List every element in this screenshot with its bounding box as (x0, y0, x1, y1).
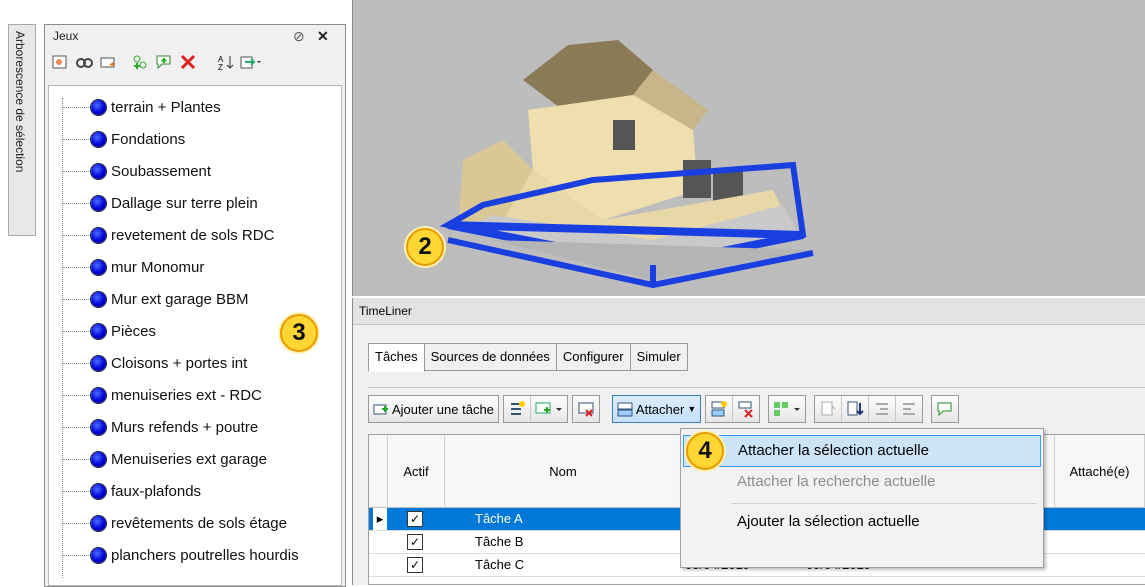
menu-item-add-current-selection[interactable]: Ajouter la sélection actuelle (683, 507, 1041, 537)
column-header-attache[interactable]: Attaché(e) (1055, 435, 1145, 508)
timeliner-title: TimeLiner (353, 298, 1145, 325)
menu-item-attach-current-search[interactable]: Attacher la recherche actuelle (683, 467, 1041, 497)
filter-sort-group (814, 395, 924, 423)
set-icon (91, 515, 106, 531)
callout-4: 4 (686, 432, 724, 470)
menu-item-attach-current-selection[interactable]: Attacher la sélection actuelle (683, 435, 1041, 467)
set-item[interactable]: mur Monomur (49, 251, 204, 283)
set-icon (91, 419, 106, 435)
tab-sources-de-donnees[interactable]: Sources de données (424, 343, 557, 371)
pin-icon[interactable]: ⊘ (293, 25, 305, 47)
set-icon (91, 451, 106, 467)
current-row-marker: ▸ (373, 508, 387, 530)
set-item[interactable]: menuiseries ext - RDC (49, 379, 262, 411)
active-checkbox[interactable]: ✓ (407, 511, 423, 527)
3d-viewport[interactable] (352, 0, 1145, 296)
add-task-label: Ajouter une tâche (392, 401, 494, 417)
column-header-actif[interactable]: Actif (388, 435, 445, 508)
outdent-icon[interactable] (896, 396, 922, 422)
set-item[interactable]: faux-plafonds (49, 475, 201, 507)
set-item[interactable]: Soubassement (49, 155, 211, 187)
chevron-down-icon: ▼ (687, 404, 697, 414)
auto-attach-icon[interactable] (706, 396, 734, 422)
set-item[interactable]: Pièces (49, 315, 156, 347)
attach-dropdown-button[interactable]: Attacher ▼ (611, 395, 702, 423)
column-header-nom[interactable]: Nom (445, 435, 682, 508)
comment-group (931, 395, 960, 423)
side-tab-label: Arborescence de sélection (13, 31, 27, 173)
delete-task-icon[interactable] (573, 396, 599, 422)
selection-tree-side-tab[interactable]: Arborescence de sélection (8, 24, 36, 236)
timeliner-toolbar: Ajouter une tâche Attacher ▼ (368, 387, 1145, 426)
sets-toolbar: AZ (45, 47, 345, 77)
delete-task-group (571, 395, 600, 423)
set-icon (91, 547, 106, 563)
auto-add-tasks-icon[interactable] (531, 396, 567, 422)
set-item[interactable]: Dallage sur terre plein (49, 187, 258, 219)
add-task-icon (373, 404, 388, 415)
rules-icon[interactable] (769, 396, 805, 422)
active-checkbox[interactable]: ✓ (407, 557, 423, 573)
task-tools-group (502, 395, 568, 423)
insert-task-icon[interactable] (504, 396, 531, 422)
set-icon (91, 483, 106, 499)
filter-icon[interactable] (815, 396, 843, 422)
set-icon (91, 355, 106, 371)
set-item[interactable]: Menuiseries ext garage (49, 443, 267, 475)
import-export-icon[interactable] (239, 51, 261, 73)
set-item[interactable]: Murs refends + poutre (49, 411, 258, 443)
set-icon (91, 99, 106, 115)
timeliner-tabs: Tâches Sources de données Configurer Sim… (368, 343, 688, 372)
set-item[interactable]: Mur ext garage BBM (49, 283, 249, 315)
set-item[interactable]: planchers poutrelles hourdis (49, 539, 299, 571)
attach-label: Attacher (635, 401, 685, 417)
task-name[interactable]: Tâche C (475, 554, 524, 576)
house-model-image (439, 40, 814, 289)
add-copy-icon[interactable] (129, 51, 151, 73)
save-selection-icon[interactable] (49, 51, 71, 73)
find-items-icon[interactable] (73, 51, 95, 73)
delete-icon[interactable] (177, 51, 199, 73)
sets-panel-title: Jeux (53, 29, 79, 43)
set-icon (91, 195, 106, 211)
set-item[interactable]: revêtements de sols étage (49, 507, 287, 539)
set-icon (91, 291, 106, 307)
set-icon (91, 323, 106, 339)
attach-tools-group (705, 395, 761, 423)
set-icon (91, 163, 106, 179)
sets-panel: Jeux ⊘ ✕ AZ terrain + Plantes Fondations… (44, 24, 346, 587)
add-comment-icon[interactable] (932, 396, 958, 422)
close-icon[interactable]: ✕ (317, 25, 329, 47)
task-name[interactable]: Tâche A (475, 508, 523, 530)
task-name[interactable]: Tâche B (475, 531, 523, 553)
callout-2: 2 (406, 228, 444, 266)
active-checkbox[interactable]: ✓ (407, 534, 423, 550)
attach-dropdown-menu: Attacher la sélection actuelle Attacher … (680, 428, 1044, 568)
add-task-button[interactable]: Ajouter une tâche (368, 395, 499, 423)
set-item[interactable]: revetement de sols RDC (49, 219, 274, 251)
svg-text:Z: Z (218, 63, 223, 71)
set-item[interactable]: Cloisons + portes int (49, 347, 247, 379)
set-item[interactable]: Fondations (49, 123, 185, 155)
attach-icon (617, 402, 633, 417)
indent-icon[interactable] (869, 396, 897, 422)
detach-icon[interactable] (733, 396, 759, 422)
add-comment-icon[interactable] (153, 51, 175, 73)
set-icon (91, 259, 106, 275)
tab-taches[interactable]: Tâches (368, 343, 425, 372)
rules-group (768, 395, 807, 423)
menu-separator (731, 503, 1037, 504)
set-icon (91, 227, 106, 243)
new-folder-icon[interactable] (97, 51, 119, 73)
tab-configurer[interactable]: Configurer (556, 343, 631, 371)
callout-3: 3 (280, 314, 318, 352)
sort-down-icon[interactable] (842, 396, 870, 422)
sets-panel-header: Jeux ⊘ ✕ (45, 25, 345, 47)
set-item[interactable]: terrain + Plantes (49, 91, 221, 123)
tab-simuler[interactable]: Simuler (630, 343, 688, 371)
set-icon (91, 387, 106, 403)
sort-icon[interactable]: AZ (215, 51, 237, 73)
set-icon (91, 131, 106, 147)
